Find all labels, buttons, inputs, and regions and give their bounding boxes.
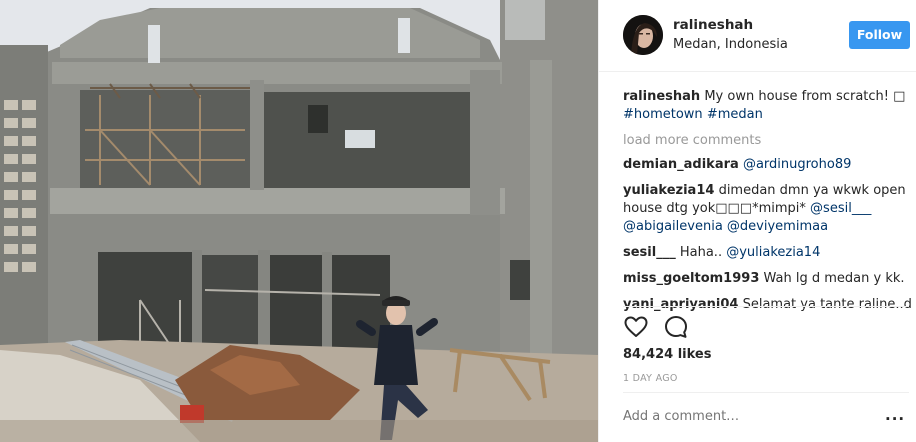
comment-username[interactable]: demian_adikara xyxy=(623,157,739,172)
mention-link[interactable]: @abigailevenia xyxy=(623,219,723,234)
caption-username[interactable]: ralineshah xyxy=(623,89,700,104)
heart-icon[interactable] xyxy=(623,314,649,340)
action-bar xyxy=(623,314,689,340)
caption: ralineshah My own house from scratch! □ … xyxy=(623,88,913,124)
comment-item: sesil___ Haha.. @yuliakezia14 xyxy=(623,244,913,262)
comment-username[interactable]: yani_apriyani04 xyxy=(623,297,738,312)
comment-username[interactable]: sesil___ xyxy=(623,245,676,260)
mention-link[interactable]: @ardinugroho89 xyxy=(743,157,851,172)
comment-text: Wah lg d medan y kk. xyxy=(763,271,905,286)
comment-bubble-icon[interactable] xyxy=(663,314,689,340)
post-timestamp[interactable]: 1 DAY AGO xyxy=(623,373,678,384)
username-link[interactable]: ralineshah xyxy=(673,17,753,33)
post-photo[interactable] xyxy=(0,0,598,442)
location-link[interactable]: Medan, Indonesia xyxy=(673,37,788,52)
post-side-panel: ralineshah Medan, Indonesia Follow ralin… xyxy=(598,0,916,442)
add-comment-input[interactable] xyxy=(623,409,873,424)
hashtag-link[interactable]: #hometown xyxy=(623,107,703,122)
comment-item: yuliakezia14 dimedan dmn ya wkwk open ho… xyxy=(623,182,913,236)
comment-username[interactable]: miss_goeltom1993 xyxy=(623,271,759,286)
avatar[interactable] xyxy=(623,15,663,55)
comment-text: Haha.. xyxy=(679,245,723,260)
post-header: ralineshah Medan, Indonesia Follow xyxy=(599,0,916,72)
comment-item: miss_goeltom1993 Wah lg d medan y kk. xyxy=(623,270,913,288)
comments-list: ralineshah My own house from scratch! □ … xyxy=(623,88,913,322)
avatar-image xyxy=(623,15,663,55)
follow-button[interactable]: Follow xyxy=(849,21,910,49)
likes-count[interactable]: 84,424 likes xyxy=(623,347,711,362)
comment-item: demian_adikara @ardinugroho89 xyxy=(623,156,913,174)
house-construction-photo xyxy=(0,0,598,442)
hashtag-link[interactable]: #medan xyxy=(707,107,763,122)
comment-text: Selamat ya tante raline..di xyxy=(742,297,913,312)
comment-item: yani_apriyani04 Selamat ya tante raline.… xyxy=(623,296,913,314)
more-options-icon[interactable]: ... xyxy=(885,406,905,424)
comment-username[interactable]: yuliakezia14 xyxy=(623,183,714,198)
instagram-post: ralineshah Medan, Indonesia Follow ralin… xyxy=(0,0,916,442)
divider xyxy=(623,306,909,307)
divider xyxy=(623,392,909,393)
mention-link[interactable]: @yuliakezia14 xyxy=(726,245,820,260)
caption-text: My own house from scratch! □ xyxy=(704,89,906,104)
mention-link[interactable]: @deviyemimaa xyxy=(727,219,828,234)
load-more-comments-link[interactable]: load more comments xyxy=(623,132,913,150)
mention-link[interactable]: @sesil___ xyxy=(810,201,871,216)
